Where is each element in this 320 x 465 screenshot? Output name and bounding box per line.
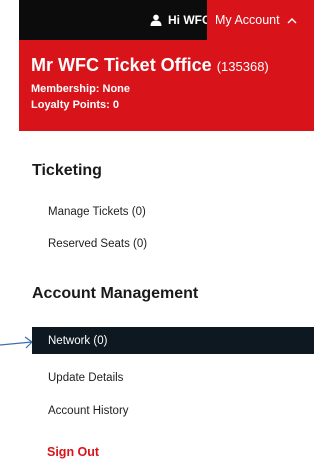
account-management-heading: Account Management (32, 285, 199, 302)
user-icon (150, 14, 162, 26)
account-name: Mr WFC Ticket Office (31, 55, 212, 75)
account-title: Mr WFC Ticket Office (135368) (31, 55, 314, 77)
menu-item-account-history[interactable]: Account History (32, 397, 314, 424)
menu-item-network[interactable]: Network (0) (32, 327, 314, 354)
my-account-label: My Account (215, 13, 280, 27)
menu-item-reserved-seats[interactable]: Reserved Seats (0) (32, 230, 314, 257)
my-account-button[interactable]: My Account (207, 0, 314, 40)
chevron-up-icon (287, 15, 297, 25)
annotation-arrow-icon (0, 336, 33, 349)
menu-item-manage-tickets[interactable]: Manage Tickets (0) (32, 198, 314, 225)
greeting-text: Hi WFC (168, 13, 211, 27)
loyalty-points: Loyalty Points: 0 (31, 99, 120, 111)
user-greeting[interactable]: Hi WFC (150, 0, 211, 40)
ticketing-heading: Ticketing (32, 162, 102, 179)
account-summary-card: Mr WFC Ticket Office (135368) Membership… (19, 40, 314, 131)
account-id: (135368) (216, 59, 269, 74)
sign-out-link[interactable]: Sign Out (47, 445, 99, 459)
membership-status: Membership: None (31, 83, 131, 95)
menu-item-update-details[interactable]: Update Details (32, 364, 314, 391)
